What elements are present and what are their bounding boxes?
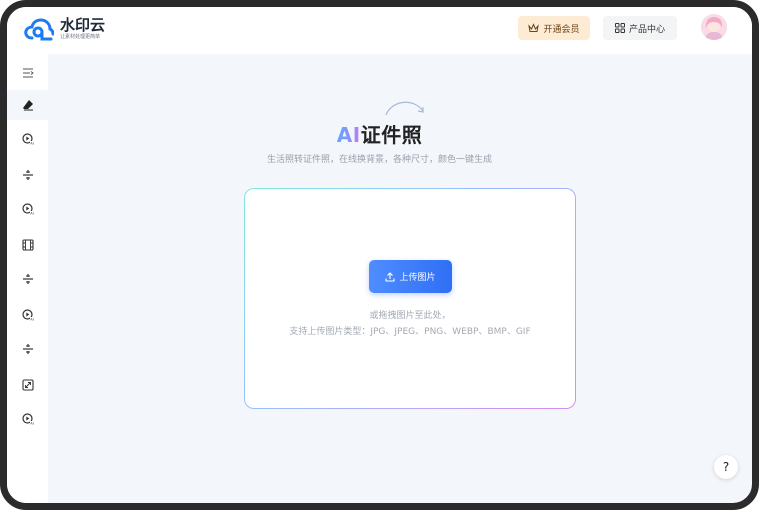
- top-bar: 水印云 让素材处理更简单 开通会员 产品中心: [7, 7, 752, 54]
- split-icon: [22, 344, 33, 354]
- split-icon: [22, 170, 33, 180]
- help-button[interactable]: ?: [714, 455, 738, 479]
- page-subtitle: 生活照转证件照，在线换背景，各种尺寸，颜色一键生成: [266, 155, 492, 165]
- user-avatar[interactable]: [701, 14, 727, 40]
- eraser-icon: [22, 100, 33, 111]
- upload-icon: [385, 271, 396, 282]
- upload-image-button[interactable]: 上传图片: [369, 260, 452, 293]
- drag-hint: 或拖拽图片至此处，: [369, 311, 451, 321]
- brand-tagline: 让素材处理更简单: [60, 34, 101, 40]
- crown-icon: [528, 23, 540, 32]
- page-title: AI证件照: [7, 119, 752, 148]
- sidebar-item-expand[interactable]: [7, 370, 48, 400]
- sidebar-item-eraser[interactable]: [7, 90, 48, 120]
- ai-video-icon: AI: [21, 413, 34, 425]
- svg-text:AI: AI: [30, 318, 33, 321]
- svg-text:AI: AI: [30, 422, 33, 425]
- sidebar-item-ai-video-2[interactable]: AI: [7, 194, 48, 224]
- help-icon: ?: [722, 460, 730, 474]
- expand-icon: [21, 379, 34, 391]
- upload-dropzone[interactable]: 上传图片 或拖拽图片至此处， 支持上传图片类型：JPG、JPEG、PNG、WEB…: [244, 188, 576, 409]
- collapse-menu-icon: [22, 68, 34, 78]
- sidebar-item-film[interactable]: [7, 230, 48, 260]
- vip-button[interactable]: 开通会员: [518, 16, 590, 40]
- upload-button-label: 上传图片: [399, 273, 436, 283]
- split-icon: [22, 274, 33, 284]
- sidebar-item-split-2[interactable]: [7, 264, 48, 294]
- sidebar-item-ai-video-3[interactable]: AI: [7, 300, 48, 330]
- products-label: 产品中心: [628, 24, 665, 35]
- supported-types-hint: 支持上传图片类型：JPG、JPEG、PNG、WEBP、BMP、GIF: [289, 327, 531, 337]
- title-ai-prefix: AI: [336, 123, 361, 147]
- decorative-arc-icon: [385, 101, 424, 116]
- logo[interactable]: 水印云 让素材处理更简单: [24, 16, 105, 42]
- svg-text:AI: AI: [30, 212, 33, 215]
- app-window: 水印云 让素材处理更简单 开通会员 产品中心 AI AI AI AI AI证件照…: [0, 0, 759, 510]
- cloud-logo-icon: [24, 18, 54, 41]
- product-center-button[interactable]: 产品中心: [603, 16, 677, 40]
- vip-label: 开通会员: [543, 24, 580, 35]
- ai-video-icon: AI: [21, 203, 34, 215]
- title-text: 证件照: [360, 123, 423, 147]
- brand-name: 水印云: [60, 16, 106, 34]
- film-icon: [21, 239, 34, 251]
- sidebar-item-split-3[interactable]: [7, 334, 48, 364]
- avatar-image: [701, 14, 727, 40]
- sidebar-item-ai-video-4[interactable]: AI: [7, 404, 48, 434]
- sidebar-collapse-button[interactable]: [7, 58, 48, 88]
- ai-video-icon: AI: [21, 309, 34, 321]
- grid-icon: [614, 23, 625, 33]
